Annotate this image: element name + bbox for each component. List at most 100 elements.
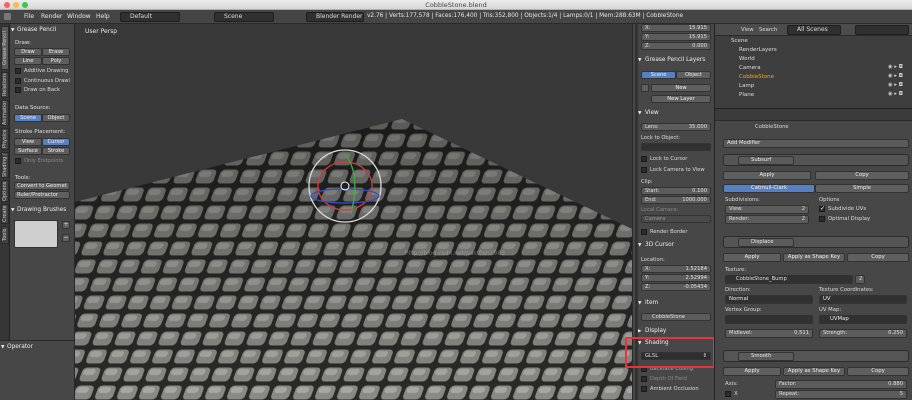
subsurf-copy-button[interactable]: Copy bbox=[815, 171, 909, 180]
menu-file[interactable]: File bbox=[24, 13, 34, 20]
outliner-view-menu[interactable]: View bbox=[741, 27, 754, 33]
depth-of-field-checkbox[interactable] bbox=[641, 376, 647, 382]
additive-drawing-checkbox[interactable] bbox=[15, 68, 21, 74]
local-camera-field[interactable]: Camera bbox=[641, 215, 711, 223]
data-source-object-button[interactable]: Object bbox=[42, 114, 70, 122]
3d-viewport[interactable]: User Persp http://blog.csdn.net/pastfish… bbox=[75, 24, 632, 400]
blender-info-icon[interactable] bbox=[4, 13, 11, 20]
outliner-row-world[interactable]: World bbox=[739, 55, 755, 64]
properties-context-tabs[interactable] bbox=[715, 109, 912, 121]
operator-panel-header[interactable]: Operator bbox=[0, 343, 74, 352]
placement-cursor-button[interactable]: Cursor bbox=[42, 138, 70, 146]
outliner-search-field[interactable] bbox=[855, 25, 909, 35]
smooth-factor-field[interactable]: Factor: 0.880 bbox=[775, 380, 907, 389]
texture-coordinates-dropdown[interactable]: UV bbox=[819, 295, 907, 304]
strength-field[interactable]: Strength: 0.250 bbox=[819, 329, 907, 338]
outliner-row-camera[interactable]: Camera bbox=[739, 64, 761, 73]
tab-shading-uvs[interactable]: Shading / UVs bbox=[1, 152, 9, 178]
add-brush-button[interactable]: + bbox=[62, 221, 70, 229]
render-border-checkbox[interactable] bbox=[641, 229, 647, 235]
menu-window[interactable]: Window bbox=[67, 13, 91, 20]
tab-grease-pencil[interactable]: Grease Pencil bbox=[1, 26, 9, 70]
data-source-scene-button[interactable]: Scene bbox=[14, 114, 42, 122]
tab-tools[interactable]: Tools bbox=[1, 226, 9, 244]
screen-layout-dropdown[interactable]: Default bbox=[120, 12, 180, 22]
placement-stroke-button[interactable]: Stroke bbox=[42, 147, 70, 155]
catmull-clark-button[interactable]: Catmull-Clark bbox=[723, 184, 815, 193]
placement-view-button[interactable]: View bbox=[14, 138, 42, 146]
outliner-row-scene[interactable]: Scene bbox=[731, 37, 748, 46]
uv-map-field[interactable]: UVMap bbox=[819, 315, 907, 324]
clip-end-field[interactable]: End: 1000.000 bbox=[641, 196, 711, 204]
dimension-y-field[interactable]: Y: 15.915 bbox=[641, 33, 711, 41]
only-endpoints-checkbox[interactable] bbox=[15, 158, 21, 164]
erase-button[interactable]: Erase bbox=[42, 48, 70, 56]
displace-name-field[interactable]: Displace bbox=[738, 238, 794, 247]
3d-cursor-panel-header[interactable]: 3D Cursor bbox=[638, 242, 674, 248]
display-panel-header[interactable]: Display bbox=[638, 328, 666, 334]
vertex-group-field[interactable] bbox=[725, 315, 813, 324]
smooth-apply-button[interactable]: Apply bbox=[723, 367, 781, 376]
tab-create[interactable]: Create bbox=[1, 204, 9, 224]
gp-new-layer-button[interactable]: New Layer bbox=[651, 95, 711, 103]
subsurf-render-field[interactable]: Render: 2 bbox=[725, 215, 809, 224]
drawing-brushes-panel-header[interactable]: Drawing Brushes bbox=[10, 206, 74, 215]
cursor-x-field[interactable]: X: 1.52184 bbox=[641, 265, 711, 273]
visibility-eye-icon[interactable]: ◉ ▸ ◘ bbox=[888, 82, 903, 88]
remove-brush-button[interactable]: − bbox=[62, 234, 70, 242]
outliner-row-lamp[interactable]: Lamp bbox=[739, 82, 754, 91]
simple-button[interactable]: Simple bbox=[815, 184, 909, 193]
outliner-row-plane[interactable]: Plane bbox=[739, 91, 754, 100]
item-panel-header[interactable]: Item bbox=[638, 300, 658, 306]
ambient-occlusion-checkbox[interactable] bbox=[641, 386, 647, 392]
subsurf-modifier-header[interactable]: Subsurf bbox=[723, 154, 909, 166]
smooth-modifier-header[interactable]: Smooth bbox=[723, 350, 909, 362]
smooth-name-field[interactable]: Smooth bbox=[738, 352, 794, 361]
tab-options[interactable]: Options bbox=[1, 180, 9, 202]
subsurf-view-field[interactable]: View: 2 bbox=[725, 205, 809, 214]
midlevel-field[interactable]: Midlevel: 0.511 bbox=[725, 329, 813, 338]
smooth-repeat-field[interactable]: Repeat: 5 bbox=[775, 390, 907, 399]
lock-object-field[interactable] bbox=[641, 143, 711, 151]
render-engine-dropdown[interactable]: Blender Render bbox=[306, 12, 364, 22]
outliner-row-cobblestone[interactable]: CobbleStone bbox=[739, 73, 774, 82]
gp-object-button[interactable]: Object bbox=[676, 71, 711, 79]
dimension-x-field[interactable]: X: 15.915 bbox=[641, 24, 711, 32]
outliner-row-renderlayers[interactable]: RenderLayers bbox=[739, 46, 777, 55]
smooth-copy-button[interactable]: Copy bbox=[847, 367, 909, 376]
add-modifier-dropdown[interactable]: Add Modifier bbox=[723, 139, 909, 148]
clip-start-field[interactable]: Start: 0.100 bbox=[641, 187, 711, 195]
subsurf-apply-button[interactable]: Apply bbox=[723, 171, 811, 180]
placement-surface-button[interactable]: Surface bbox=[14, 147, 42, 155]
axis-x-checkbox[interactable] bbox=[725, 391, 731, 397]
subsurf-name-field[interactable]: Subsurf bbox=[738, 156, 794, 165]
scene-dropdown[interactable]: Scene bbox=[214, 12, 274, 22]
grease-pencil-layers-header[interactable]: Grease Pencil Layers bbox=[638, 57, 705, 63]
lens-field[interactable]: Lens: 35.000 bbox=[641, 123, 711, 131]
lock-to-cursor-checkbox[interactable] bbox=[641, 156, 647, 162]
displace-copy-button[interactable]: Copy bbox=[847, 253, 909, 262]
optimal-display-checkbox[interactable] bbox=[819, 216, 825, 222]
displace-apply-button[interactable]: Apply bbox=[723, 253, 781, 262]
draw-on-back-checkbox[interactable] bbox=[15, 87, 21, 93]
direction-dropdown[interactable]: Normal bbox=[725, 295, 813, 304]
visibility-eye-icon[interactable]: ◉ ▸ ◘ bbox=[888, 91, 903, 97]
line-button[interactable]: Line bbox=[14, 57, 42, 65]
lock-camera-checkbox[interactable] bbox=[641, 167, 647, 173]
visibility-eye-icon[interactable]: ◉ ▸ ◘ bbox=[888, 64, 903, 70]
tab-relations[interactable]: Relations bbox=[1, 72, 9, 98]
tab-animation[interactable]: Animation bbox=[1, 100, 9, 126]
continuous-drawing-checkbox[interactable] bbox=[15, 78, 21, 84]
item-name-field[interactable]: CobbleStone bbox=[641, 313, 711, 321]
texture-selector[interactable]: CobbleStone_Bump bbox=[725, 275, 853, 284]
convert-to-geometry-button[interactable]: Convert to Geomet bbox=[14, 182, 70, 190]
menu-render[interactable]: Render bbox=[41, 13, 62, 20]
poly-button[interactable]: Poly bbox=[42, 57, 70, 65]
brush-list[interactable] bbox=[14, 220, 58, 248]
draw-button[interactable]: Draw bbox=[14, 48, 42, 56]
grease-pencil-icon[interactable] bbox=[641, 84, 649, 92]
smooth-apply-shape-key-button[interactable]: Apply as Shape Key bbox=[783, 367, 845, 376]
displace-modifier-header[interactable]: Displace bbox=[723, 236, 909, 248]
menu-help[interactable]: Help bbox=[96, 13, 110, 20]
view-panel-header[interactable]: View bbox=[638, 110, 659, 116]
